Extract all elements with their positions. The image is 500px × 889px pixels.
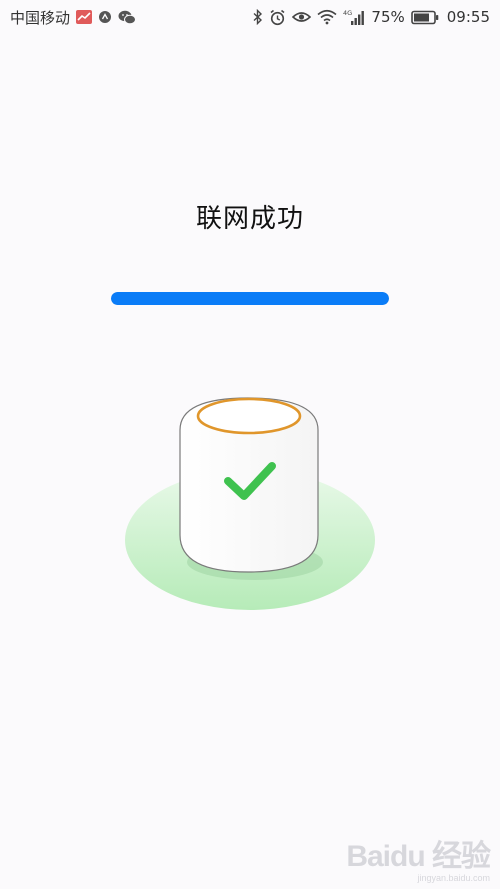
status-bar-left: 中国移动 xyxy=(10,7,137,28)
bluetooth-icon xyxy=(253,9,263,25)
alarm-icon xyxy=(269,9,286,26)
connection-progress-fill xyxy=(111,292,389,305)
carrier-badge-icon xyxy=(76,10,93,24)
page-title: 联网成功 xyxy=(195,204,304,234)
clock-time: 09:55 xyxy=(446,8,490,26)
notification-icon xyxy=(98,10,112,24)
battery-percent: 75% xyxy=(371,8,405,26)
connection-progress-bar xyxy=(111,292,389,305)
speaker-success-illustration xyxy=(120,390,380,620)
baidu-watermark: Baidu 经验 jingyan.baidu.com xyxy=(346,840,491,883)
speaker-top-ring xyxy=(196,397,302,435)
speaker-success-check-icon xyxy=(125,397,375,610)
battery-icon xyxy=(410,10,439,25)
network-type-label: 4G xyxy=(343,9,352,17)
watermark-url: jingyan.baidu.com xyxy=(417,873,490,883)
eye-icon xyxy=(292,10,312,24)
watermark-brand: Baidu 经验 xyxy=(346,840,491,873)
status-bar: 中国移动 4G 75% 09:55 xyxy=(0,0,500,34)
wifi-icon xyxy=(317,9,337,25)
signal-icon: 4G xyxy=(343,9,365,26)
status-bar-right: 4G 75% 09:55 xyxy=(253,8,490,26)
carrier-name: 中国移动 xyxy=(10,8,71,27)
wechat-icon xyxy=(118,10,137,25)
